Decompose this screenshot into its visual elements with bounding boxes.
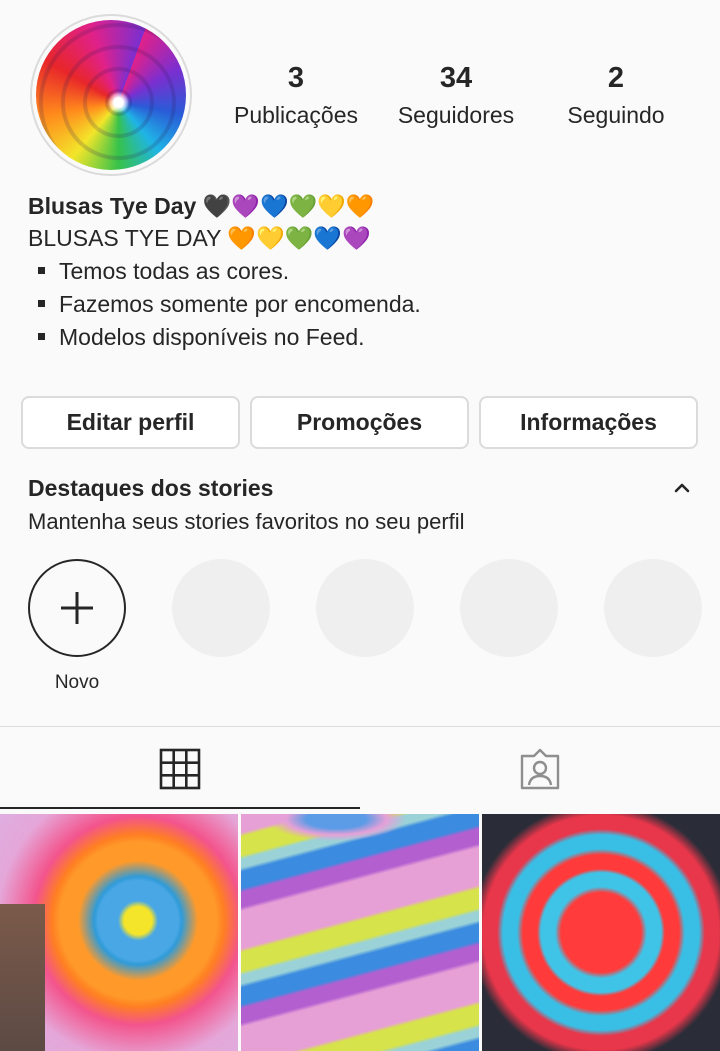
active-tab-indicator: [0, 807, 360, 809]
post-thumbnail[interactable]: [482, 814, 720, 1051]
highlight-placeholder: [172, 559, 270, 657]
bio-bullet-text: Modelos disponíveis no Feed.: [59, 324, 365, 350]
bio-line: BLUSAS TYE DAY 🧡💛💚💙💜: [28, 225, 371, 251]
post-thumbnail[interactable]: [241, 814, 479, 1051]
info-button[interactable]: Informações: [479, 396, 698, 449]
posts-grid: [0, 814, 720, 1051]
chevron-up-icon[interactable]: [668, 474, 696, 502]
stat-following[interactable]: 2 Seguindo: [536, 60, 696, 130]
tagged-person-icon: [520, 748, 560, 790]
highlights-title: Destaques dos stories: [28, 475, 274, 501]
new-highlight-label: Novo: [54, 672, 100, 693]
stat-posts-label: Publicações: [233, 102, 359, 128]
profile-tab-bar: [0, 726, 720, 812]
promotions-button[interactable]: Promoções: [250, 396, 469, 449]
stat-following-value: 2: [607, 62, 625, 94]
bio-bullet: Temos todas as cores.: [28, 255, 700, 288]
highlight-placeholder: [316, 559, 414, 657]
stat-followers-value: 34: [439, 62, 473, 94]
bio-bullet-text: Fazemos somente por encomenda.: [59, 291, 421, 317]
profile-name: Blusas Tye Day 🖤💜💙💚💛🧡: [28, 193, 375, 219]
stat-posts-value: 3: [287, 62, 305, 94]
bio-bullet: Fazemos somente por encomenda.: [28, 288, 700, 321]
highlight-placeholder: [460, 559, 558, 657]
profile-bio: Blusas Tye Day 🖤💜💙💚💛🧡 BLUSAS TYE DAY 🧡💛💚…: [28, 190, 700, 354]
bio-bullet-text: Temos todas as cores.: [59, 258, 290, 284]
stat-following-label: Seguindo: [567, 102, 665, 128]
stat-posts[interactable]: 3 Publicações: [216, 60, 376, 130]
highlight-placeholder: [604, 559, 702, 657]
stat-followers-label: Seguidores: [397, 102, 515, 128]
plus-icon: [61, 592, 93, 624]
tab-posts-grid[interactable]: [0, 727, 360, 811]
stat-followers[interactable]: 34 Seguidores: [376, 60, 536, 130]
new-highlight-button[interactable]: [28, 559, 126, 657]
bio-bullet: Modelos disponíveis no Feed.: [28, 321, 700, 354]
tab-tagged[interactable]: [360, 727, 720, 811]
edit-profile-button[interactable]: Editar perfil: [21, 396, 240, 449]
profile-avatar-ring[interactable]: [30, 14, 192, 176]
profile-avatar[interactable]: [36, 20, 186, 170]
grid-icon: [159, 748, 201, 790]
bullet-icon: [38, 300, 45, 308]
bullet-icon: [38, 267, 45, 275]
highlights-subtitle: Mantenha seus stories favoritos no seu p…: [28, 509, 465, 534]
bullet-icon: [38, 333, 45, 341]
post-thumbnail[interactable]: [0, 814, 238, 1051]
